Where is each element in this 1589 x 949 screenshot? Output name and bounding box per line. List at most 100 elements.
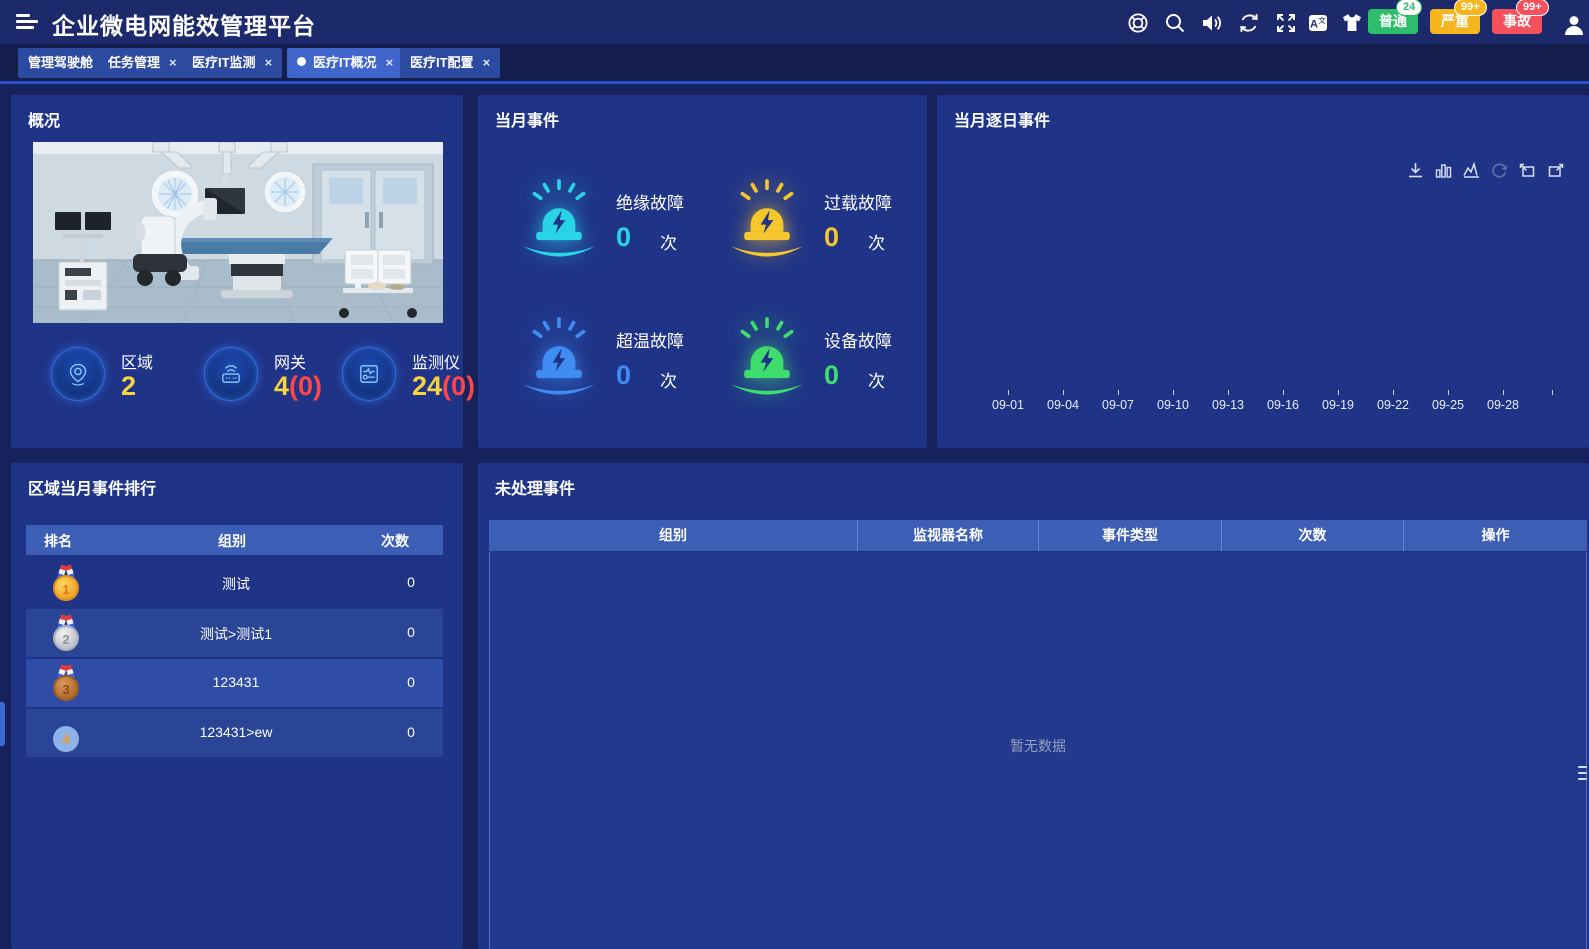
- x-axis-label: 09-01: [980, 398, 1036, 412]
- scrollbar-grip-icon[interactable]: [1578, 766, 1587, 788]
- alarm-beacon-icon: [726, 313, 808, 405]
- theme-shirt-icon[interactable]: [1340, 11, 1364, 35]
- pending-events-panel: 未处理事件 组别 监视器名称 事件类型 次数 操作 暂无数据: [478, 463, 1589, 949]
- user-avatar-icon[interactable]: [1562, 13, 1586, 37]
- fullscreen-icon[interactable]: [1274, 11, 1298, 35]
- panel-title: 当月逐日事件: [954, 107, 1050, 131]
- menu-toggle-icon[interactable]: [16, 14, 38, 30]
- silver-medal-icon: 2: [48, 615, 84, 653]
- event-label: 过载故障: [824, 189, 892, 214]
- group-name: 测试>测试1: [136, 624, 336, 644]
- event-unit: 次: [868, 367, 885, 392]
- bar-chart-icon[interactable]: [1434, 161, 1453, 180]
- rank-badge: 4: [53, 726, 79, 752]
- data-zoom-icon[interactable]: [1518, 161, 1537, 180]
- stat-extra: (0): [442, 371, 475, 401]
- event-stat-overload: 过载故障 0 次: [726, 175, 936, 285]
- tab-bar: 管理驾驶舱 任务管理× 医疗IT监测× 医疗IT概况× 医疗IT配置×: [0, 44, 1589, 84]
- alert-badge-normal: 24: [1396, 0, 1422, 16]
- alert-badge-severe: 99+: [1454, 0, 1487, 16]
- panel-title: 当月事件: [495, 107, 559, 131]
- ranking-row[interactable]: 1 测试 0: [26, 559, 443, 607]
- stat-value: 4: [274, 371, 289, 401]
- x-axis-label: 09-16: [1255, 398, 1311, 412]
- refresh-icon[interactable]: [1237, 11, 1261, 35]
- monitor-device-icon: [342, 347, 396, 401]
- ranking-row[interactable]: 4 123431>ew 0: [26, 709, 443, 757]
- panel-title: 未处理事件: [495, 475, 575, 499]
- close-icon[interactable]: ×: [483, 55, 491, 70]
- tab-medical-it-config[interactable]: 医疗IT配置×: [400, 48, 500, 78]
- ranking-panel: 区域当月事件排行 排名 组别 次数 1 测试 0 2 测试>测试1 0: [11, 463, 463, 949]
- panel-title: 区域当月事件排行: [28, 475, 156, 499]
- gateway-router-icon: [204, 347, 258, 401]
- x-axis-label: 09-10: [1145, 398, 1201, 412]
- app-header: 企业微电网能效管理平台 A: [0, 0, 1589, 44]
- alert-badge-accident: 99+: [1516, 0, 1549, 16]
- location-pin-icon: [51, 347, 105, 401]
- stat-gateway: 网关 4(0): [204, 347, 258, 401]
- event-stat-equipment: 设备故障 0 次: [726, 313, 936, 423]
- tab-medical-it-monitor[interactable]: 医疗IT监测×: [182, 48, 282, 78]
- column-header: 组别: [218, 531, 246, 551]
- event-label: 设备故障: [824, 327, 892, 352]
- daily-events-panel: 当月逐日事件: [937, 95, 1589, 448]
- save-image-icon[interactable]: [1406, 161, 1425, 180]
- restore-icon[interactable]: [1490, 161, 1509, 180]
- event-stat-insulation: 绝缘故障 0 次: [518, 175, 728, 285]
- event-unit: 次: [660, 229, 677, 254]
- ranking-table-header: 排名 组别 次数: [26, 525, 443, 555]
- column-header: 次数: [381, 531, 409, 551]
- operating-room-illustration: [33, 142, 443, 323]
- stat-label: 区域: [121, 349, 153, 373]
- group-name: 123431>ew: [136, 724, 336, 740]
- event-unit: 次: [660, 367, 677, 392]
- event-label: 绝缘故障: [616, 189, 684, 214]
- tab-task-management[interactable]: 任务管理×: [98, 48, 187, 78]
- close-icon[interactable]: ×: [265, 55, 273, 70]
- ranking-row[interactable]: 2 测试>测试1 0: [26, 609, 443, 657]
- group-name: 测试: [136, 574, 336, 594]
- close-icon[interactable]: ×: [386, 55, 394, 70]
- gold-medal-icon: 1: [48, 565, 84, 603]
- zoom-reset-icon[interactable]: [1546, 161, 1565, 180]
- tab-dashboard[interactable]: 管理驾驶舱: [18, 48, 103, 78]
- x-axis-label: 09-19: [1310, 398, 1366, 412]
- svg-text:A: A: [1310, 19, 1318, 31]
- search-icon[interactable]: [1163, 11, 1187, 35]
- column-header: 监视器名称: [858, 520, 1039, 551]
- alarm-beacon-icon: [518, 175, 600, 267]
- pending-table-body: 暂无数据: [489, 552, 1587, 949]
- event-count: 0: [824, 360, 839, 391]
- event-label: 超温故障: [616, 327, 684, 352]
- column-header: 组别: [489, 520, 858, 551]
- event-count: 0: [371, 674, 451, 690]
- stat-label: 监测仪: [412, 349, 460, 373]
- event-count: 0: [371, 574, 451, 590]
- tab-medical-it-overview[interactable]: 医疗IT概况×: [287, 48, 403, 78]
- x-axis-label: 09-25: [1420, 398, 1476, 412]
- x-axis-label: 09-13: [1200, 398, 1256, 412]
- active-dot-icon: [297, 57, 306, 66]
- x-axis-label: 09-28: [1475, 398, 1531, 412]
- stat-monitor-device: 监测仪 24(0): [342, 347, 396, 401]
- alarm-beacon-icon: [518, 313, 600, 405]
- event-count: 0: [371, 624, 451, 640]
- column-header: 次数: [1222, 520, 1404, 551]
- close-icon[interactable]: ×: [169, 55, 177, 70]
- column-header: 操作: [1404, 520, 1587, 551]
- service-ring-icon[interactable]: [1126, 11, 1150, 35]
- drawer-handle[interactable]: [0, 702, 5, 746]
- stat-extra: (0): [289, 371, 322, 401]
- app-title: 企业微电网能效管理平台: [52, 7, 316, 41]
- column-header: 排名: [44, 531, 72, 551]
- chart-toolbox: [1406, 161, 1565, 180]
- line-chart-icon[interactable]: [1462, 161, 1481, 180]
- stat-label: 网关: [274, 349, 306, 373]
- stat-value: 24: [412, 371, 442, 401]
- translate-icon[interactable]: A 文: [1306, 11, 1330, 35]
- ranking-row[interactable]: 3 123431 0: [26, 659, 443, 707]
- column-header: 事件类型: [1039, 520, 1222, 551]
- group-name: 123431: [136, 674, 336, 690]
- volume-icon[interactable]: [1199, 11, 1223, 35]
